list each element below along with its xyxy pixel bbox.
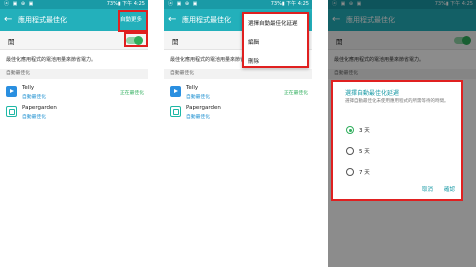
dialog-title: 選擇自動最佳化延遲 [345, 90, 400, 97]
menu-item-edit[interactable]: 編輯 [248, 38, 259, 46]
status-left: ⓐ ▣ ⊕ ▣ [168, 1, 199, 7]
play-icon [170, 86, 181, 97]
toggle-label: 開 [172, 38, 179, 46]
option-5-days[interactable]: 5 天 [346, 146, 446, 158]
radio-icon [346, 168, 354, 176]
back-arrow-icon[interactable]: ← [4, 14, 12, 26]
cancel-button[interactable]: 取消 [422, 185, 433, 193]
section-header: 自動最佳化 [164, 69, 312, 79]
page-title: 應用程式最佳化 [18, 16, 67, 24]
section-header: 自動最佳化 [0, 69, 148, 79]
screen-1: ⓐ ▣ ⊕ ▣ 73%▮ 下午 4:25 ← 應用程式最佳化 自動更多 開 最佳… [0, 0, 148, 267]
app-name: Telly [186, 85, 199, 91]
toggle-label: 開 [8, 38, 15, 46]
highlight-more-button [118, 10, 148, 32]
dialog-description: 選擇自動最佳化未使用應用程式的所需等待的時間。 [345, 99, 449, 104]
app-status: 自動最佳化 [186, 115, 210, 120]
app-icon [170, 106, 181, 117]
screen-3: ⓐ ▣ ⊕ ▣ 73%▮ 下午 4:25 ← 應用程式最佳化 開 最佳化應用程式… [328, 0, 476, 267]
app-row-telly[interactable]: Telly 自動最佳化 正在最佳化 [164, 83, 312, 101]
radio-icon [346, 147, 354, 155]
app-status: 自動最佳化 [22, 95, 46, 100]
overflow-menu: 選擇自動最佳化延遲 編輯 刪除 [242, 12, 309, 68]
screen-2: ⓐ ▣ ⊕ ▣ 73%▮ 下午 4:25 ← 應用程式最佳化 開 最佳化應用程式… [164, 0, 312, 267]
app-name: Papergarden [186, 105, 221, 111]
app-row-papergarden[interactable]: Papergarden 自動最佳化 [0, 103, 148, 121]
app-status: 自動最佳化 [22, 115, 46, 120]
app-row-papergarden[interactable]: Papergarden 自動最佳化 [164, 103, 312, 121]
back-arrow-icon[interactable]: ← [168, 14, 176, 26]
play-icon [6, 86, 17, 97]
description-text: 最佳化應用程式的電池用量來節省電力。 [6, 57, 97, 63]
option-label: 7 天 [359, 170, 370, 176]
app-name: Telly [22, 85, 35, 91]
menu-item-select-delay[interactable]: 選擇自動最佳化延遲 [248, 19, 298, 27]
option-label: 3 天 [359, 128, 370, 134]
delay-dialog: 選擇自動最佳化延遲 選擇自動最佳化未使用應用程式的所需等待的時間。 3 天 5 … [331, 80, 463, 201]
menu-item-delete[interactable]: 刪除 [248, 57, 259, 65]
status-right: 73%▮ 下午 4:25 [270, 1, 309, 7]
status-left: ⓐ ▣ ⊕ ▣ [4, 1, 35, 7]
page-title: 應用程式最佳化 [182, 16, 231, 24]
option-7-days[interactable]: 7 天 [346, 167, 446, 179]
app-state: 正在最佳化 [284, 91, 308, 96]
option-3-days[interactable]: 3 天 [346, 125, 446, 137]
status-right: 73%▮ 下午 4:25 [106, 1, 145, 7]
app-icon [6, 106, 17, 117]
app-state: 正在最佳化 [120, 91, 144, 96]
option-label: 5 天 [359, 149, 370, 155]
radio-selected-icon [346, 126, 354, 134]
highlight-toggle [124, 32, 148, 47]
app-row-telly[interactable]: Telly 自動最佳化 正在最佳化 [0, 83, 148, 101]
app-status: 自動最佳化 [186, 95, 210, 100]
status-bar: ⓐ ▣ ⊕ ▣ 73%▮ 下午 4:25 [0, 0, 148, 9]
status-bar: ⓐ ▣ ⊕ ▣ 73%▮ 下午 4:25 [164, 0, 312, 9]
confirm-button[interactable]: 確認 [444, 185, 455, 193]
app-name: Papergarden [22, 105, 57, 111]
